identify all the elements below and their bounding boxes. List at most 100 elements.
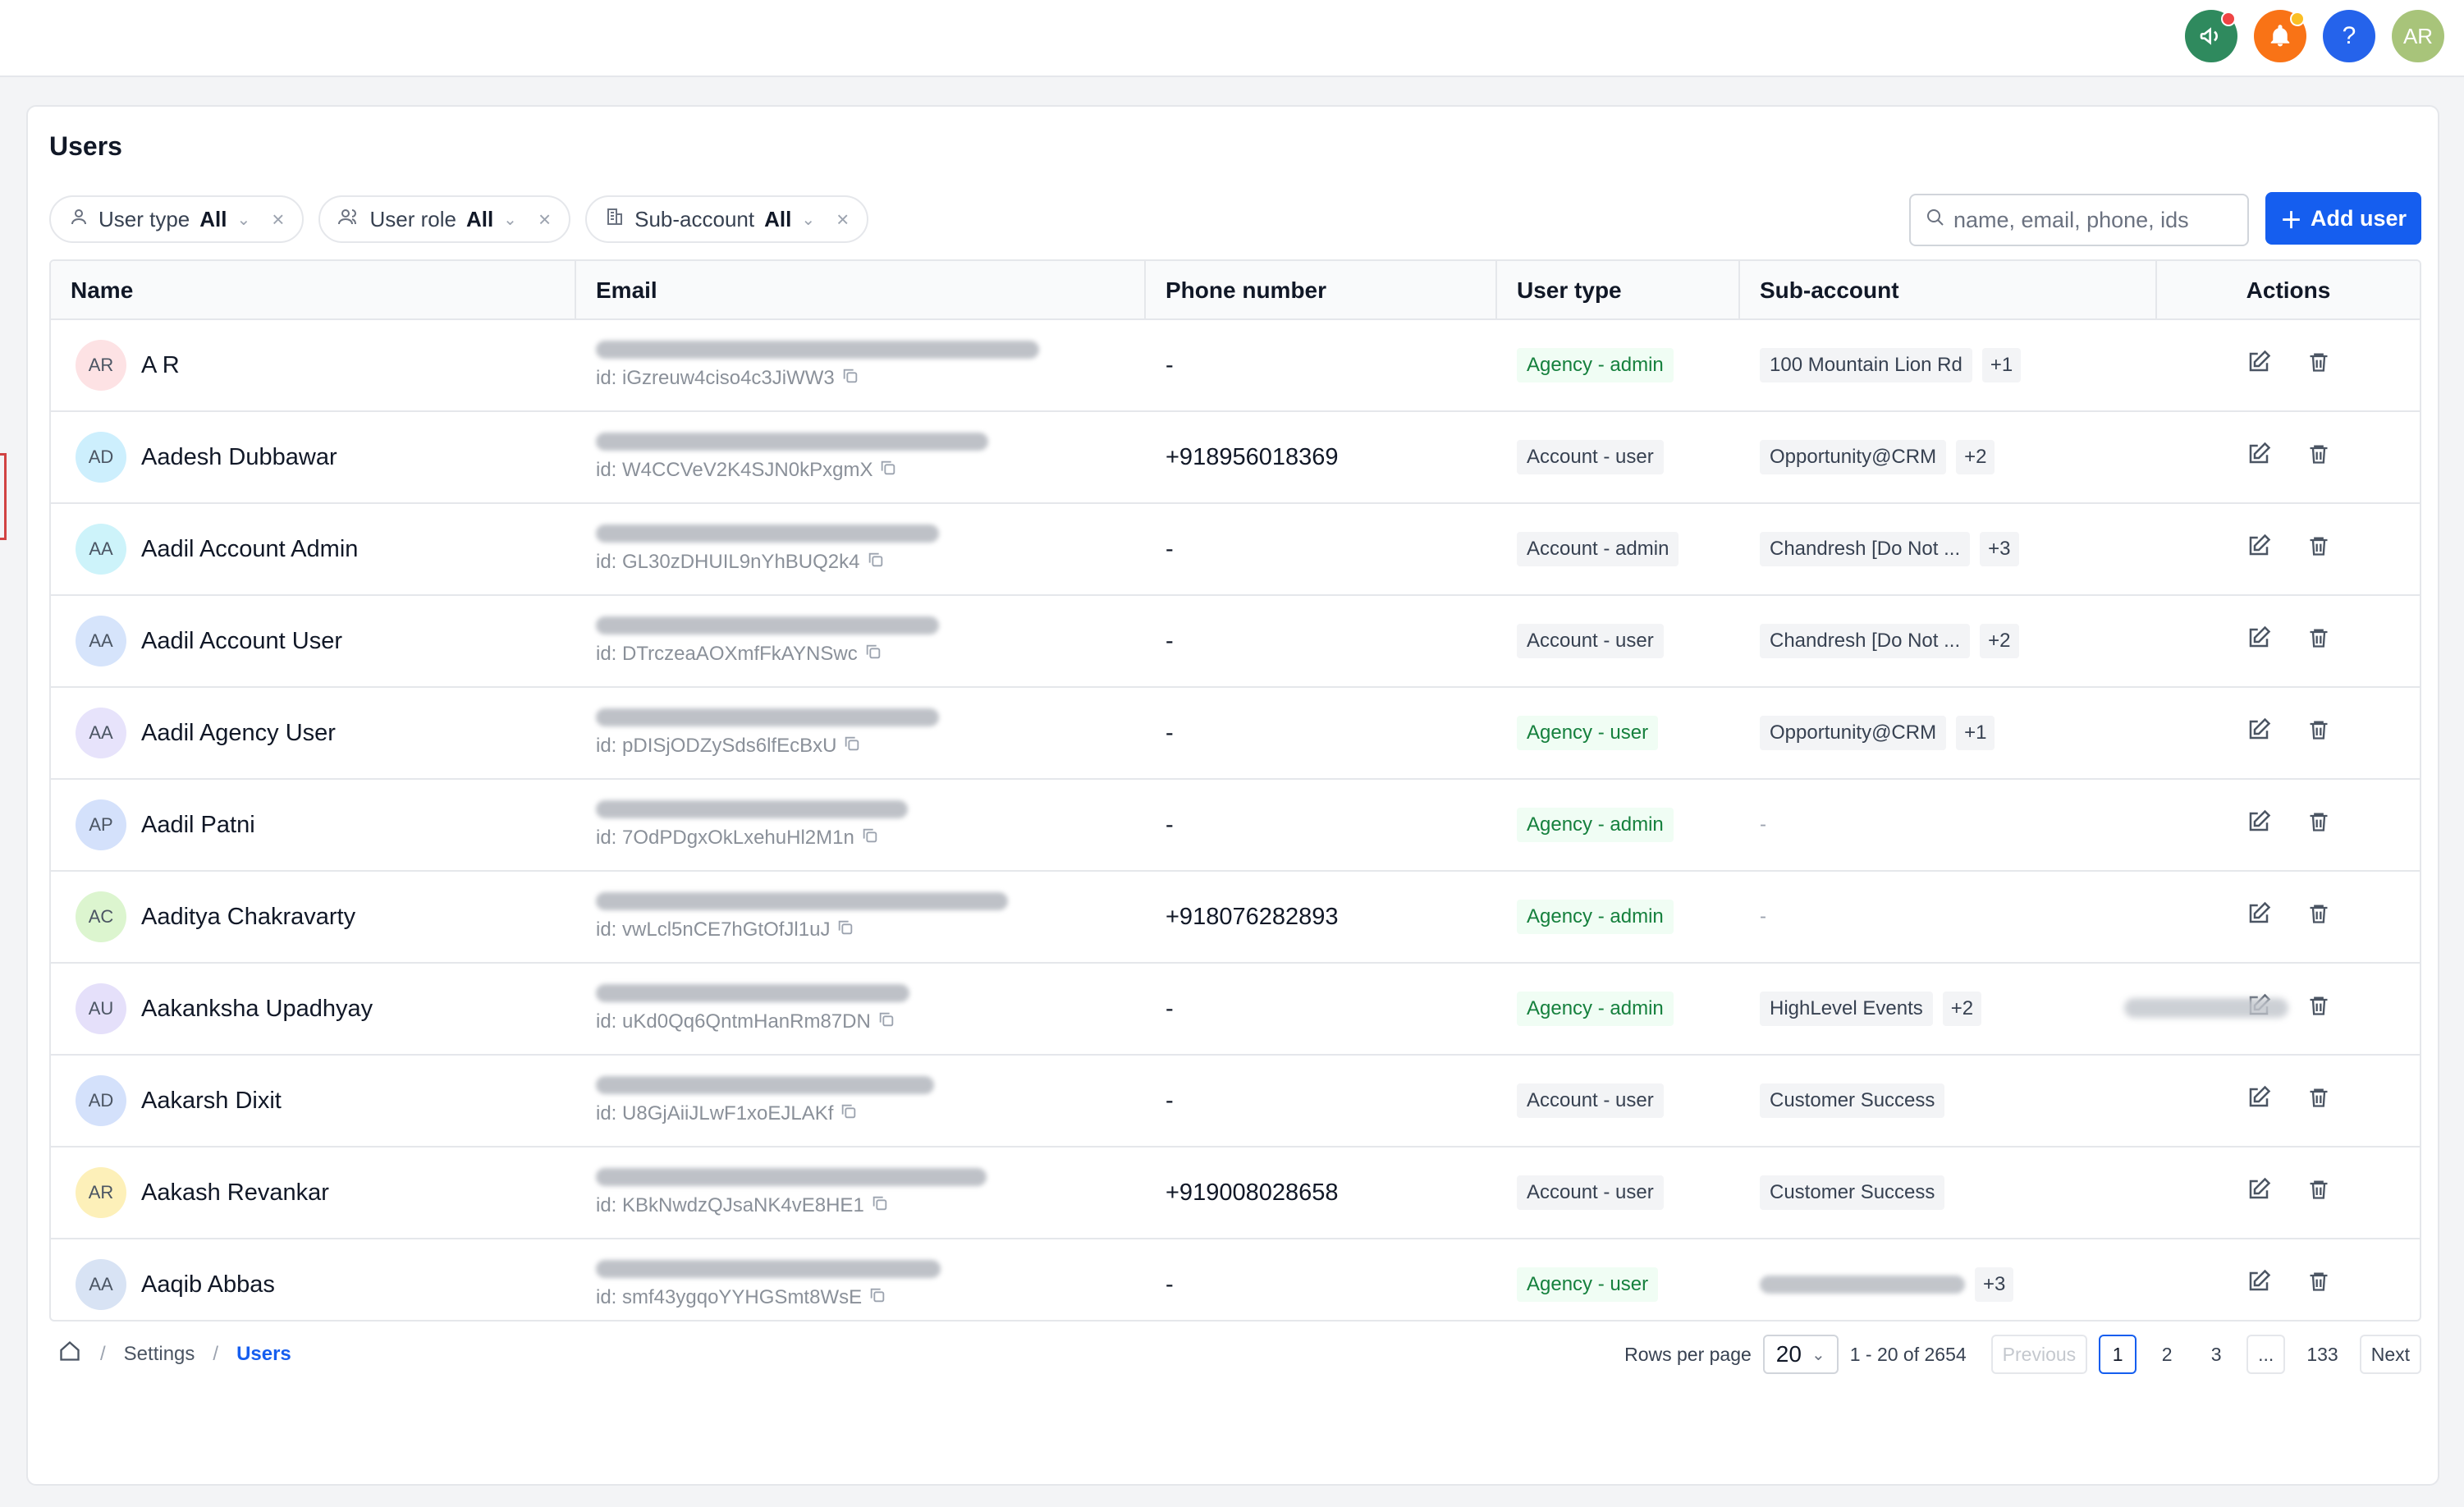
edit-icon[interactable]	[2246, 625, 2271, 657]
page-button-3[interactable]: 3	[2197, 1335, 2235, 1374]
edit-icon[interactable]	[2246, 809, 2271, 841]
help-icon[interactable]: ?	[2323, 10, 2375, 62]
user-name[interactable]: Aadil Account User	[141, 628, 342, 655]
add-user-button[interactable]: ＋ Add user	[2265, 192, 2421, 245]
column-header-name[interactable]: Name	[51, 261, 576, 320]
more-sub-accounts-tag[interactable]: +2	[1956, 440, 1995, 474]
search-box[interactable]	[1909, 194, 2249, 246]
delete-icon[interactable]	[2307, 442, 2330, 473]
more-sub-accounts-tag[interactable]: +2	[1942, 992, 1982, 1026]
copy-icon[interactable]	[836, 918, 854, 941]
breadcrumb-users[interactable]: Users	[236, 1343, 291, 1366]
edit-icon[interactable]	[2246, 442, 2271, 473]
user-avatar[interactable]: AR	[2392, 10, 2444, 62]
breadcrumb-settings[interactable]: Settings	[124, 1343, 195, 1366]
column-header-sub-account[interactable]: Sub-account	[1740, 261, 2157, 320]
table-row[interactable]: AR A R id: iGzreuw4ciso4c3JiWW3 - Agency - a…	[51, 320, 2420, 412]
page-button-133[interactable]: 133	[2297, 1335, 2347, 1374]
edit-icon[interactable]	[2246, 1177, 2271, 1208]
next-page-button[interactable]: Next	[2359, 1335, 2421, 1374]
user-type-badge: Agency - user	[1517, 716, 1659, 750]
user-name[interactable]: Aakarsh Dixit	[141, 1088, 282, 1115]
more-sub-accounts-tag[interactable]: +2	[1980, 624, 2019, 658]
page-button-2[interactable]: 2	[2148, 1335, 2186, 1374]
clear-filter-icon[interactable]: ×	[538, 207, 551, 232]
table-row[interactable]: AD Aadesh Dubbawar id: W4CCVeV2K4SJN0kPxgm…	[51, 412, 2420, 504]
delete-icon[interactable]	[2307, 717, 2330, 749]
delete-icon[interactable]	[2307, 534, 2330, 565]
table-row[interactable]: AC Aaditya Chakravarty id: vwLcl5nCE7hGtOf…	[51, 872, 2420, 964]
table-row[interactable]: AU Aakanksha Upadhyay id: uKd0Qq6QntmHanRm…	[51, 964, 2420, 1056]
user-name[interactable]: Aadil Account Admin	[141, 536, 358, 563]
more-sub-accounts-tag[interactable]: +1	[1981, 348, 2022, 382]
table-row[interactable]: AP Aadil Patni id: 7OdPDgxOkLxehuHl2M1n - Ag…	[51, 780, 2420, 872]
copy-icon[interactable]	[841, 367, 859, 390]
table-row[interactable]: AA Aadil Account User id: DTrczeaAOXmfFkAY…	[51, 596, 2420, 688]
table-row[interactable]: AA Aaqib Abbas id: smf43ygqoYYHGSmt8WsE - Ag…	[51, 1239, 2420, 1320]
filter-user-type[interactable]: User type All ⌄ ×	[49, 195, 305, 243]
user-name[interactable]: Aaqib Abbas	[141, 1271, 275, 1299]
copy-icon[interactable]	[843, 735, 861, 758]
edit-icon[interactable]	[2246, 901, 2271, 932]
clear-filter-icon[interactable]: ×	[272, 207, 284, 232]
delete-icon[interactable]	[2307, 1269, 2330, 1300]
delete-icon[interactable]	[2307, 625, 2330, 657]
page-ellipsis-button[interactable]: ...	[2246, 1335, 2286, 1374]
avatar-initials: AC	[88, 906, 114, 927]
user-name[interactable]: Aadesh Dubbawar	[141, 444, 337, 471]
filter-sub-account[interactable]: Sub-account All ⌄ ×	[585, 195, 869, 243]
clear-filter-icon[interactable]: ×	[836, 207, 849, 232]
search-input[interactable]	[1953, 207, 2224, 233]
copy-icon[interactable]	[879, 459, 897, 482]
more-sub-accounts-tag[interactable]: +1	[1956, 716, 1995, 750]
edit-icon[interactable]	[2246, 1269, 2271, 1300]
table-row[interactable]: AA Aadil Agency User id: pDISjODZySds6lfEc…	[51, 688, 2420, 780]
page-button-1[interactable]: 1	[2099, 1335, 2137, 1374]
email-cell: id: U8GjAiiJLwF1xoEJLAKf	[576, 1056, 1146, 1146]
table-row[interactable]: AA Aadil Account Admin id: GL30zDHUIL9nYhB…	[51, 504, 2420, 596]
user-name[interactable]: Aadil Agency User	[141, 720, 336, 747]
table-row[interactable]: AD Aakarsh Dixit id: U8GjAiiJLwF1xoEJLAKf -…	[51, 1056, 2420, 1147]
user-name[interactable]: Aakash Revankar	[141, 1179, 329, 1207]
phone-cell: +918956018369	[1146, 412, 1497, 502]
copy-icon[interactable]	[871, 1194, 889, 1217]
copy-icon[interactable]	[867, 551, 885, 574]
copy-icon[interactable]	[840, 1102, 858, 1125]
more-sub-accounts-tag[interactable]: +3	[1975, 1267, 2014, 1302]
delete-icon[interactable]	[2307, 350, 2330, 381]
previous-page-button[interactable]: Previous	[1990, 1335, 2088, 1374]
column-header-user-type[interactable]: User type	[1497, 261, 1740, 320]
actions-cell	[2157, 1056, 2420, 1146]
home-icon[interactable]	[57, 1340, 82, 1369]
delete-icon[interactable]	[2307, 809, 2330, 841]
copy-icon[interactable]	[868, 1286, 886, 1309]
column-header-phone[interactable]: Phone number	[1146, 261, 1497, 320]
copy-icon[interactable]	[864, 643, 882, 666]
edit-icon[interactable]	[2246, 717, 2271, 749]
column-header-email[interactable]: Email	[576, 261, 1146, 320]
avatar-initials: AA	[89, 1274, 113, 1294]
edit-icon[interactable]	[2246, 350, 2271, 381]
delete-icon[interactable]	[2307, 1085, 2330, 1116]
user-name[interactable]: Aaditya Chakravarty	[141, 904, 355, 931]
edit-icon[interactable]	[2246, 1085, 2271, 1116]
edit-icon[interactable]	[2246, 534, 2271, 565]
megaphone-icon[interactable]	[2185, 10, 2237, 62]
rows-per-page-select[interactable]: 20 ⌄	[1762, 1335, 1839, 1374]
phone-cell: +919008028658	[1146, 1147, 1497, 1238]
delete-icon[interactable]	[2307, 1177, 2330, 1208]
more-sub-accounts-tag[interactable]: +3	[1980, 532, 2019, 566]
copy-icon[interactable]	[861, 827, 879, 850]
filter-user-role[interactable]: User role All ⌄ ×	[318, 195, 571, 243]
user-name[interactable]: Aadil Patni	[141, 812, 255, 839]
table-row[interactable]: AR Aakash Revankar id: KBkNwdzQJsaNK4vE8HE…	[51, 1147, 2420, 1239]
user-name[interactable]: Aakanksha Upadhyay	[141, 996, 373, 1023]
tooltip-redacted	[2124, 998, 2288, 1018]
user-name[interactable]: A R	[141, 352, 180, 379]
email-redacted	[596, 524, 939, 543]
actions-cell	[2157, 1147, 2420, 1238]
copy-icon[interactable]	[877, 1010, 895, 1033]
delete-icon[interactable]	[2307, 901, 2330, 932]
delete-icon[interactable]	[2307, 993, 2330, 1024]
bell-icon[interactable]	[2254, 10, 2306, 62]
